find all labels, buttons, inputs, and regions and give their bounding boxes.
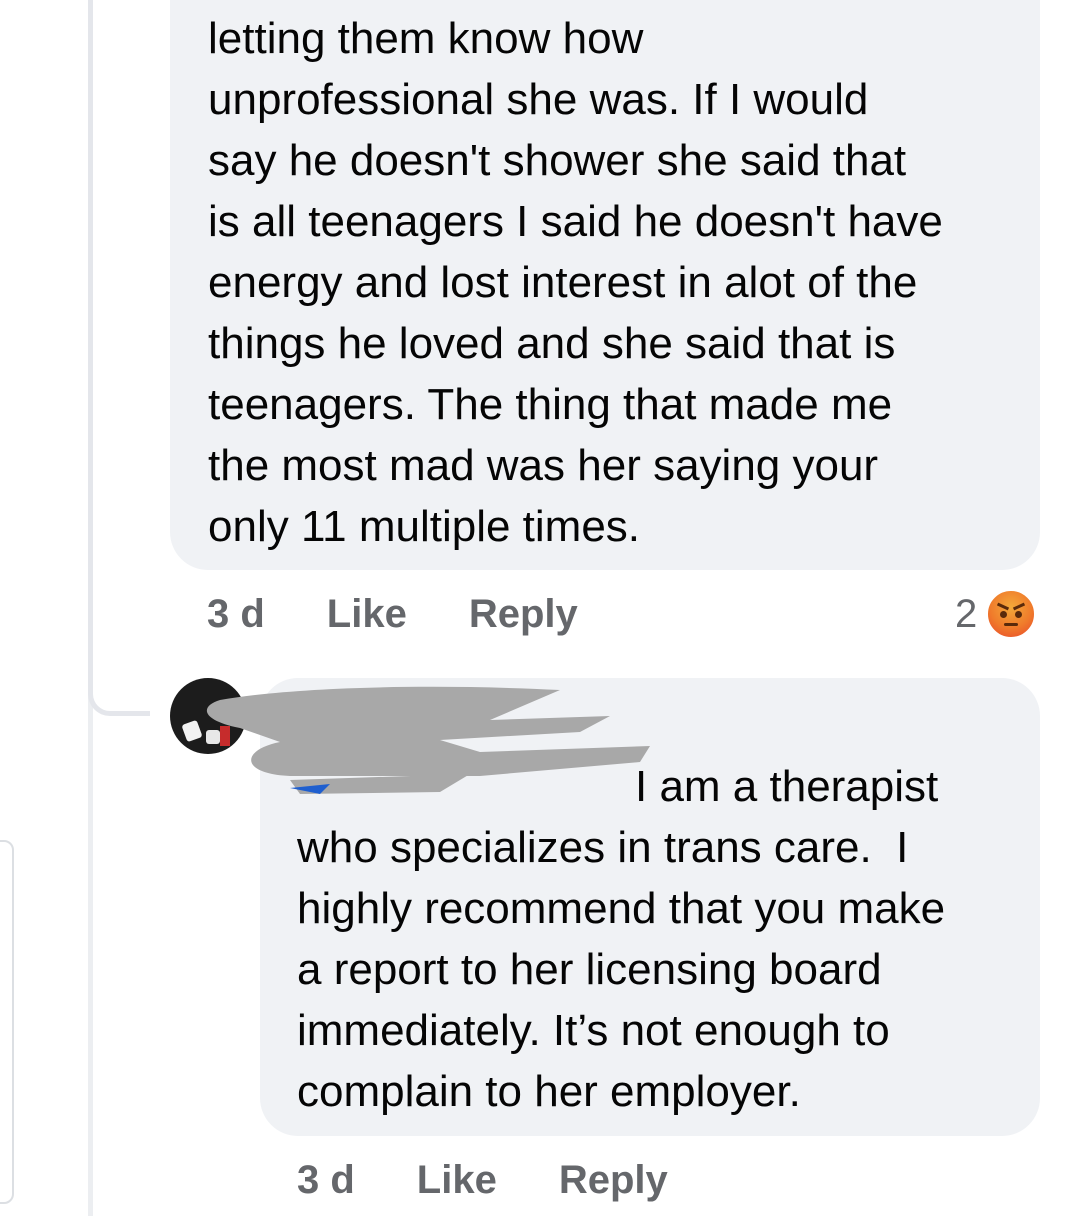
reaction-count: 2 xyxy=(955,591,978,636)
comment-text: letting them know how unprofessional she… xyxy=(208,14,943,551)
comment-bubble: letting them know how unprofessional she… xyxy=(170,0,1040,570)
comment-text: I am a therapist who specializes in tran… xyxy=(297,762,946,1116)
reply-button[interactable]: Reply xyxy=(469,592,578,637)
thread-connector xyxy=(88,0,150,716)
like-button[interactable]: Like xyxy=(417,1158,497,1203)
redaction-scribble xyxy=(206,686,650,794)
comment-timestamp[interactable]: 3 d xyxy=(207,592,265,637)
side-panel-edge xyxy=(0,840,14,1204)
comment-actions: 3 d Like Reply xyxy=(207,592,578,637)
angry-icon xyxy=(985,588,1038,640)
reaction-summary[interactable]: 2 xyxy=(955,588,1038,640)
reply-button[interactable]: Reply xyxy=(559,1158,668,1203)
comment-actions: 3 d Like Reply xyxy=(297,1158,668,1203)
comment-timestamp[interactable]: 3 d xyxy=(297,1158,355,1203)
comment-thread: letting them know how unprofessional she… xyxy=(0,0,1070,1216)
like-button[interactable]: Like xyxy=(327,592,407,637)
